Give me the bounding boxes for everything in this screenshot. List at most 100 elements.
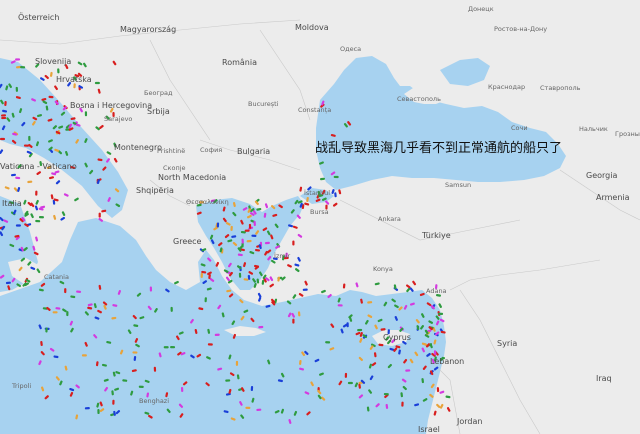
label-bursa: Bursa	[310, 208, 329, 216]
vessel-marker[interactable]	[292, 240, 295, 246]
label-stavropol: Ставрополь	[540, 84, 581, 92]
vessel-marker[interactable]	[244, 229, 250, 232]
vessel-marker[interactable]	[15, 224, 21, 227]
vessel-marker[interactable]	[149, 286, 153, 292]
label-slovenija: Slovenija	[35, 57, 72, 66]
label-montenegro: Montenegro	[114, 143, 163, 152]
vessel-marker[interactable]	[76, 290, 82, 293]
label-nalchik: Нальчик	[579, 125, 608, 133]
vessel-marker[interactable]	[256, 408, 262, 412]
vessel-marker[interactable]	[15, 176, 21, 180]
vessel-marker[interactable]	[84, 407, 90, 410]
vessel-marker[interactable]	[0, 137, 5, 141]
label-sofia: София	[200, 146, 223, 154]
vessel-marker[interactable]	[66, 311, 69, 317]
vessel-marker[interactable]	[35, 219, 41, 223]
vessel-marker[interactable]	[383, 392, 389, 396]
vessel-marker[interactable]	[230, 225, 233, 231]
vessel-marker[interactable]	[163, 346, 169, 349]
vessel-marker[interactable]	[216, 222, 220, 228]
vessel-marker[interactable]	[235, 360, 239, 366]
vessel-marker[interactable]	[94, 81, 100, 85]
label-iraq: Iraq	[596, 374, 612, 383]
label-istanbul: İstanbul	[304, 189, 331, 197]
vessel-marker[interactable]	[433, 350, 437, 356]
label-beograd: Београд	[144, 89, 173, 97]
map-canvas[interactable]	[0, 0, 640, 434]
label-shqiperia: Shqipëria	[136, 186, 174, 195]
label-tripoli: Tripoli	[12, 382, 32, 390]
label-lebanon: Lebanon	[430, 357, 465, 366]
vessel-marker[interactable]	[333, 175, 339, 179]
label-vaticana: Vaticana - Vaticano	[0, 162, 77, 171]
marine-traffic-map[interactable]: Österreich Magyarország România Moldova …	[0, 0, 640, 434]
vessel-marker[interactable]	[337, 304, 343, 307]
overlay-caption: 战乱导致黑海几乎看不到正常通航的船只了	[315, 141, 563, 156]
label-cyprus: Cyprus	[383, 333, 411, 342]
vessel-marker[interactable]	[436, 387, 440, 393]
vessel-marker[interactable]	[405, 369, 411, 372]
vessel-marker[interactable]	[138, 385, 144, 388]
label-srbija: Srbija	[147, 107, 170, 116]
label-turkiye: Türkiye	[422, 231, 451, 240]
vessel-marker[interactable]	[325, 341, 331, 344]
vessel-marker[interactable]	[153, 366, 157, 372]
vessel-marker[interactable]	[1, 114, 7, 117]
label-sevastopol: Севастополь	[397, 95, 441, 103]
label-italia: Italia	[2, 199, 22, 208]
vessel-marker[interactable]	[344, 372, 348, 378]
vessel-marker[interactable]	[132, 351, 138, 354]
vessel-marker[interactable]	[20, 66, 26, 69]
vessel-marker[interactable]	[112, 399, 115, 405]
vessel-marker[interactable]	[57, 68, 60, 74]
vessel-marker[interactable]	[251, 234, 257, 238]
vessel-marker[interactable]	[302, 288, 308, 291]
vessel-marker[interactable]	[225, 379, 231, 382]
vessel-marker[interactable]	[438, 312, 444, 315]
vessel-marker[interactable]	[292, 318, 295, 324]
vessel-marker[interactable]	[248, 223, 252, 229]
vessel-marker[interactable]	[35, 190, 38, 196]
vessel-marker[interactable]	[347, 381, 353, 385]
vessel-marker[interactable]	[52, 311, 58, 314]
vessel-marker[interactable]	[28, 135, 31, 141]
label-krasnodar: Краснодар	[488, 83, 526, 91]
vessel-marker[interactable]	[170, 306, 173, 312]
vessel-marker[interactable]	[48, 95, 54, 99]
vessel-marker[interactable]	[15, 58, 21, 61]
label-thessaloniki: Θεσσαλονίκη	[186, 198, 229, 206]
label-hrvatska: Hrvatska	[56, 75, 92, 84]
vessel-marker[interactable]	[200, 272, 203, 278]
label-georgia: Georgia	[586, 171, 618, 180]
vessel-marker[interactable]	[1, 116, 7, 120]
vessel-marker[interactable]	[45, 327, 48, 333]
vessel-marker[interactable]	[170, 346, 176, 349]
vessel-marker[interactable]	[241, 238, 244, 244]
vessel-marker[interactable]	[98, 212, 101, 218]
vessel-marker[interactable]	[207, 343, 213, 346]
vessel-marker[interactable]	[238, 272, 242, 278]
vessel-marker[interactable]	[204, 297, 207, 303]
label-osterreich: Österreich	[18, 13, 60, 22]
vessel-marker[interactable]	[38, 216, 44, 219]
label-catania: Catania	[44, 273, 69, 281]
vessel-marker[interactable]	[264, 241, 270, 245]
vessel-marker[interactable]	[84, 111, 88, 117]
vessel-marker[interactable]	[245, 406, 251, 409]
vessel-marker[interactable]	[81, 354, 87, 357]
vessel-marker[interactable]	[250, 386, 254, 392]
vessel-marker[interactable]	[401, 401, 404, 407]
vessel-marker[interactable]	[4, 100, 7, 106]
vessel-marker[interactable]	[64, 288, 67, 294]
vessel-marker[interactable]	[97, 409, 100, 415]
label-armenia: Armenia	[596, 193, 630, 202]
vessel-marker[interactable]	[214, 333, 220, 337]
label-izmir: İzmir	[274, 252, 291, 260]
vessel-marker[interactable]	[180, 386, 184, 392]
vessel-marker[interactable]	[15, 86, 19, 92]
vessel-marker[interactable]	[258, 325, 264, 329]
label-constanta: Constanța	[298, 106, 332, 114]
vessel-marker[interactable]	[357, 328, 363, 332]
vessel-marker[interactable]	[246, 239, 252, 243]
vessel-marker[interactable]	[253, 220, 256, 226]
